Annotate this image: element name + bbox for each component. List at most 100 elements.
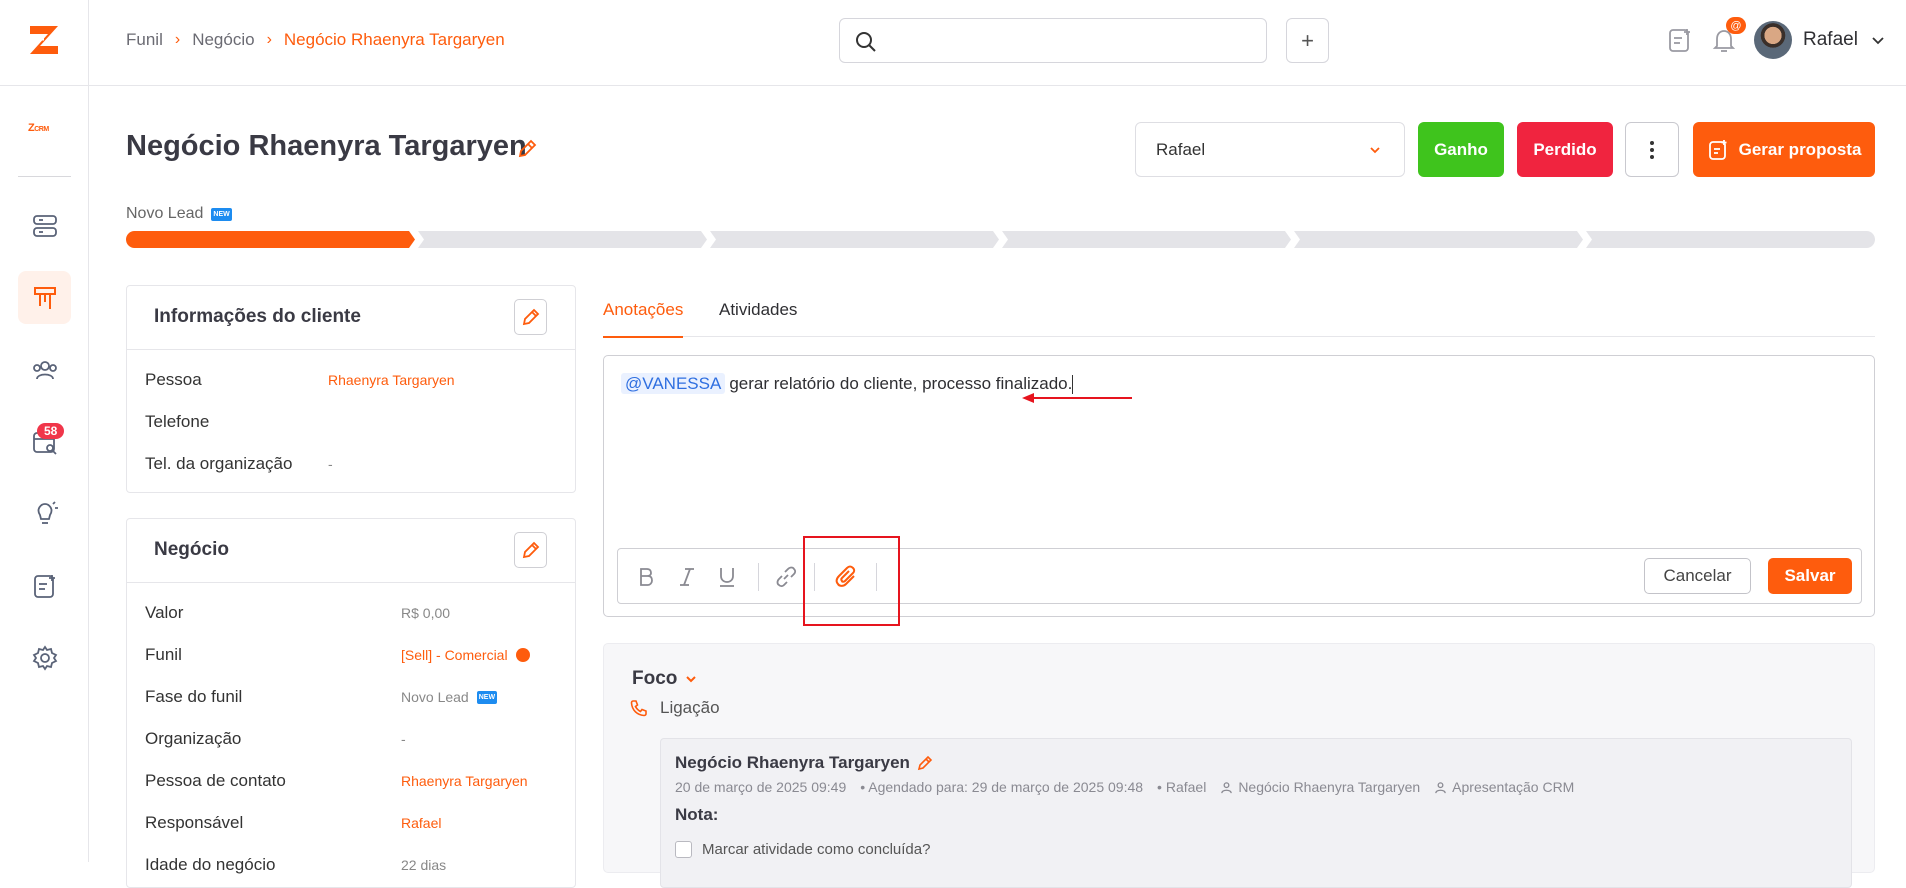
owner-select[interactable]: Rafael <box>1135 122 1405 177</box>
note-label: Nota: <box>675 805 719 824</box>
contact-link[interactable]: Rhaenyra Targaryen <box>401 773 528 789</box>
activity-meta: 20 de março de 2025 09:49 • Agendado par… <box>675 779 1574 795</box>
tab-anotacoes[interactable]: Anotações <box>603 300 684 338</box>
sidebar-item-settings[interactable] <box>18 631 71 684</box>
more-vertical-icon <box>1650 140 1654 159</box>
info-row: Valor R$ 0,00 <box>127 593 575 635</box>
stage-label: Novo Lead NEW <box>126 205 232 223</box>
funnel-link[interactable]: [Sell] - Comercial <box>401 647 530 663</box>
person-link[interactable]: Rhaenyra Targaryen <box>328 372 455 388</box>
generate-proposal-label: Gerar proposta <box>1738 139 1862 159</box>
info-row: Idade do negócio 22 dias <box>127 845 575 887</box>
sidebar-item-funnel[interactable] <box>18 271 71 324</box>
info-row: Organização - <box>127 719 575 761</box>
info-label: Fase do funil <box>145 687 243 706</box>
pencil-icon <box>522 308 539 326</box>
info-row: Fase do funil Novo Lead NEW <box>127 677 575 719</box>
note-add-icon[interactable] <box>1666 26 1694 54</box>
toolbar-divider <box>758 563 759 591</box>
edit-deal-button[interactable] <box>514 532 547 568</box>
sidebar-item-server[interactable] <box>18 199 71 252</box>
pipeline-stage[interactable] <box>1002 231 1291 248</box>
pencil-icon <box>522 541 539 559</box>
calendar-badge: 58 <box>37 423 65 439</box>
phone-icon <box>630 700 647 717</box>
deal-card: Negócio Valor R$ 0,00 Funil [Sell] - Com… <box>126 518 576 888</box>
gear-icon <box>32 644 57 671</box>
add-button[interactable]: + <box>1286 18 1329 63</box>
sidebar-divider <box>18 176 71 177</box>
mention-tag[interactable]: @VANESSA <box>621 373 726 394</box>
generate-proposal-button[interactable]: Gerar proposta <box>1693 122 1875 177</box>
owner-select-value: Rafael <box>1156 139 1206 159</box>
card-title: Informações do cliente <box>154 306 361 327</box>
more-options-button[interactable] <box>1625 122 1679 177</box>
complete-activity-row: Marcar atividade como concluída? <box>675 841 930 858</box>
activity-owner: • Rafael <box>1157 779 1207 795</box>
tab-atividades[interactable]: Atividades <box>719 300 797 336</box>
pipeline-stage[interactable] <box>126 231 415 248</box>
breadcrumb-funil[interactable]: Funil <box>126 30 163 50</box>
pipeline-stage[interactable] <box>1294 231 1583 248</box>
user-name[interactable]: Rafael <box>1803 29 1858 51</box>
activity-deal: Negócio Rhaenyra Targaryen <box>1220 779 1420 795</box>
client-info-card: Informações do cliente Pessoa Rhaenyra T… <box>126 285 576 493</box>
chevron-right-icon: › <box>266 31 272 48</box>
search-input[interactable] <box>839 18 1267 63</box>
lost-button[interactable]: Perdido <box>1517 122 1613 177</box>
search-icon <box>856 32 876 52</box>
info-value: 22 dias <box>401 857 447 873</box>
info-label: Responsável <box>145 813 244 832</box>
activity-product-text: Apresentação CRM <box>1452 779 1575 795</box>
focus-group-label: Foco <box>632 668 678 689</box>
chevron-down-icon <box>686 676 697 683</box>
save-button[interactable]: Salvar <box>1768 558 1852 594</box>
pencil-icon[interactable] <box>916 754 934 772</box>
info-label: Valor <box>145 603 184 622</box>
info-row: Funil [Sell] - Comercial <box>127 635 575 677</box>
link-icon <box>776 566 797 588</box>
top-bar: Funil › Negócio › Negócio Rhaenyra Targa… <box>89 0 1906 86</box>
pipeline-stage[interactable] <box>710 231 999 248</box>
won-button[interactable]: Ganho <box>1418 122 1504 177</box>
page-title: Negócio Rhaenyra Targaryen <box>126 130 527 162</box>
activity-type-label: Ligação <box>660 698 720 717</box>
annotation-highlight-box <box>803 536 900 626</box>
sidebar-item-notes[interactable] <box>18 559 71 612</box>
pipeline-stage[interactable] <box>1586 231 1875 248</box>
italic-button[interactable] <box>674 564 700 590</box>
bold-button[interactable] <box>633 564 659 590</box>
server-stack-icon <box>32 214 57 237</box>
focus-group-toggle[interactable]: Foco <box>632 668 699 690</box>
editor-content[interactable]: @VANESSA gerar relatório do cliente, proc… <box>621 373 1074 395</box>
notification-badge: @ <box>1726 17 1746 34</box>
info-row: Telefone <box>127 402 575 444</box>
owner-link[interactable]: Rafael <box>401 815 441 831</box>
chevron-down-icon[interactable] <box>1868 30 1888 50</box>
link-button[interactable] <box>773 564 799 590</box>
stage-value-text: Novo Lead <box>401 689 469 705</box>
activity-title: Negócio Rhaenyra Targaryen <box>675 753 934 773</box>
breadcrumb-negocio[interactable]: Negócio <box>192 30 254 50</box>
edit-client-button[interactable] <box>514 299 547 335</box>
info-value: R$ 0,00 <box>401 605 451 621</box>
activity-card: Negócio Rhaenyra Targaryen 20 de março d… <box>660 738 1852 888</box>
brand-logo[interactable] <box>26 22 62 58</box>
pencil-icon[interactable] <box>516 138 538 160</box>
cancel-button[interactable]: Cancelar <box>1644 558 1751 594</box>
info-label: Funil <box>145 645 182 664</box>
user-icon <box>1435 781 1446 793</box>
chevron-down-icon <box>1370 146 1380 153</box>
info-label: Organização <box>145 729 242 748</box>
stage-value: Novo Lead NEW <box>401 689 498 705</box>
activity-panel: Foco Ligação Negócio Rhaenyra Targaryen … <box>603 643 1875 888</box>
pipeline-stage[interactable] <box>418 231 707 248</box>
avatar[interactable] <box>1754 21 1792 59</box>
underline-button[interactable] <box>714 564 740 590</box>
funnel-value: [Sell] - Comercial <box>401 647 508 663</box>
sidebar-item-users[interactable] <box>18 343 71 396</box>
sidebar-item-ideas[interactable] <box>18 487 71 540</box>
document-add-icon <box>1708 139 1727 160</box>
complete-activity-checkbox[interactable] <box>675 841 692 858</box>
new-badge: NEW <box>211 207 232 221</box>
